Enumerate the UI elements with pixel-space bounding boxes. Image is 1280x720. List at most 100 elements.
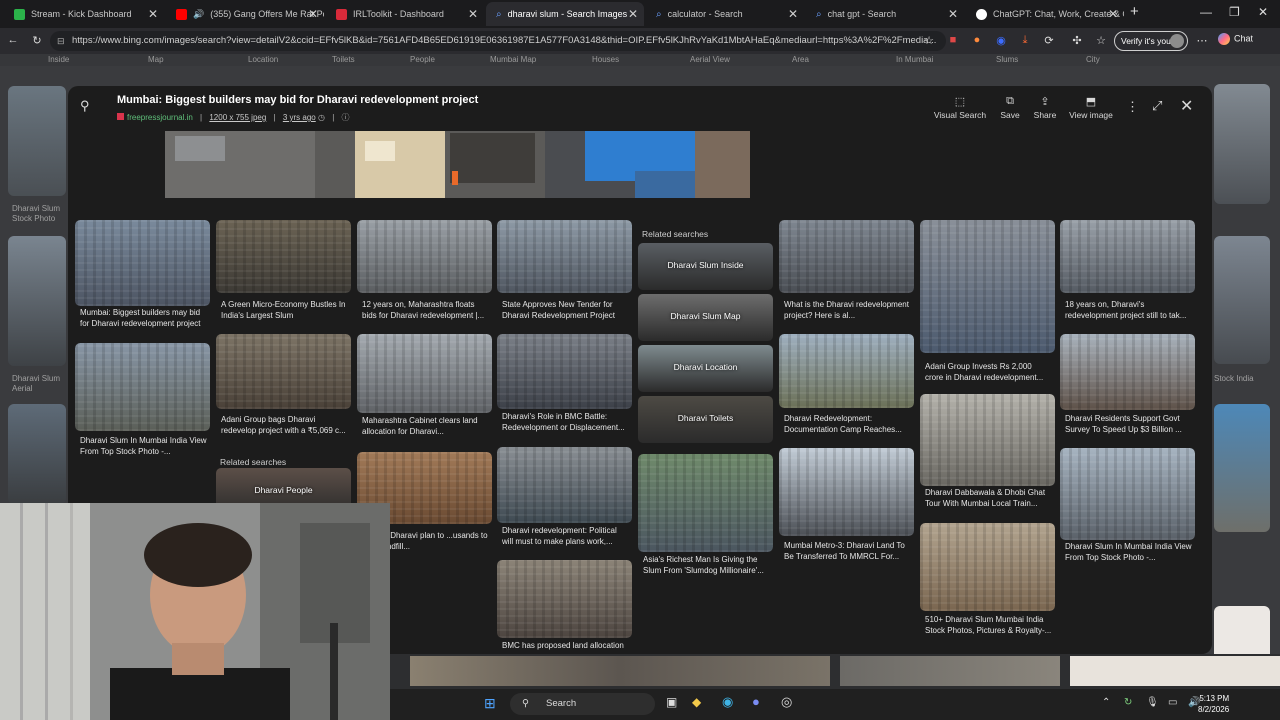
back-icon[interactable]: ← <box>6 34 20 46</box>
background-image-tile[interactable] <box>840 656 1060 686</box>
image-caption[interactable]: Dharavi Redevelopment: Documentation Cam… <box>784 414 911 435</box>
close-window-icon[interactable]: ✕ <box>1258 5 1268 19</box>
site-info-icon[interactable]: ⊟ <box>57 31 65 51</box>
chip[interactable]: Slums <box>996 55 1018 64</box>
verify-profile-button[interactable]: Verify it's you <box>1114 31 1188 51</box>
image-size[interactable]: 1200 x 755 jpeg <box>209 113 266 122</box>
image-result-tile[interactable] <box>920 220 1055 353</box>
extension-icon[interactable]: ◉ <box>994 34 1008 47</box>
chip[interactable]: People <box>410 55 435 64</box>
more-menu-icon[interactable]: ⋯ <box>1195 34 1209 47</box>
image-caption[interactable]: State Approves New Tender for Dharavi Re… <box>502 300 629 321</box>
image-caption[interactable]: Adani Group bags Dharavi redevelop proje… <box>221 415 348 436</box>
tab-chatgpt[interactable]: ChatGPT: Chat, Work, Create & Co ✕ <box>966 2 1124 26</box>
image-caption[interactable]: Mumbai Metro-3: Dharavi Land To Be Trans… <box>784 541 911 562</box>
background-image-tile[interactable] <box>1214 404 1270 532</box>
image-caption[interactable]: Dharavi Dabbawala & Dhobi Ghat Tour With… <box>925 488 1052 509</box>
close-icon[interactable]: ✕ <box>788 7 798 21</box>
related-search-item[interactable]: Dharavi Slum Inside <box>638 243 773 290</box>
extension-icon[interactable]: ● <box>970 34 984 46</box>
tab-irltoolkit[interactable]: IRLToolkit - Dashboard ✕ <box>326 2 484 26</box>
image-result-tile[interactable] <box>779 448 914 536</box>
image-caption[interactable]: Dharavi Residents Support Govt Survey To… <box>1065 414 1192 435</box>
refresh-icon[interactable]: ↻ <box>30 34 44 47</box>
tab-chat-gpt-search[interactable]: ⌕ chat gpt - Search ✕ <box>806 2 964 26</box>
image-caption[interactable]: Adani Group Invests Rs 2,000 crore in Dh… <box>925 362 1052 383</box>
image-result-tile[interactable] <box>779 220 914 293</box>
image-caption[interactable]: What is the Dharavi redevelopment projec… <box>784 300 911 321</box>
chip[interactable]: Inside <box>48 55 69 64</box>
taskbar-search[interactable]: ⚲ Search <box>510 693 655 715</box>
image-caption[interactable]: 510+ Dharavi Slum Mumbai India Stock Pho… <box>925 615 1052 636</box>
extension-icon[interactable]: ■ <box>946 34 960 46</box>
image-result-tile[interactable] <box>216 334 351 409</box>
image-result-tile[interactable] <box>497 334 632 409</box>
sync-icon[interactable]: ⟳ <box>1042 34 1056 47</box>
discord-icon[interactable]: ● <box>752 694 760 709</box>
related-search-item[interactable]: Dharavi Toilets <box>638 396 773 443</box>
favorites-icon[interactable]: ☆ <box>1094 34 1108 47</box>
image-result-tile[interactable] <box>497 220 632 293</box>
network-icon[interactable]: ▭ <box>1168 697 1177 708</box>
image-result-tile[interactable] <box>357 220 492 293</box>
save-button[interactable]: ⧉ Save <box>995 95 1025 120</box>
related-search-item[interactable]: Dharavi Location <box>638 345 773 392</box>
microphone-icon[interactable]: 🎙 <box>1146 697 1159 708</box>
related-search-item[interactable]: Dharavi Slum Map <box>638 294 773 341</box>
restore-icon[interactable]: ❐ <box>1229 5 1240 19</box>
background-image-tile[interactable] <box>1214 84 1270 204</box>
task-view-icon[interactable]: ▣ <box>666 695 677 709</box>
image-caption[interactable]: Dharavi Slum In Mumbai India View From T… <box>1065 542 1192 563</box>
close-modal-icon[interactable]: ✕ <box>1180 96 1193 116</box>
image-result-tile[interactable] <box>1060 448 1195 540</box>
share-button[interactable]: ⇪ Share <box>1031 95 1059 120</box>
copilot-chat-button[interactable]: Chat <box>1218 33 1253 45</box>
chip[interactable]: Aerial View <box>690 55 730 64</box>
file-explorer-icon[interactable]: ◆ <box>692 695 701 709</box>
chip[interactable]: Houses <box>592 55 619 64</box>
close-icon[interactable]: ✕ <box>468 7 478 21</box>
expand-icon[interactable]: ⤢ <box>1152 98 1162 114</box>
view-image-button[interactable]: ⬒ View image <box>1067 95 1115 120</box>
chip[interactable]: Toilets <box>332 55 355 64</box>
chip[interactable]: City <box>1086 55 1100 64</box>
background-image-tile[interactable] <box>8 86 66 196</box>
favorite-star-icon[interactable]: ☆ <box>922 34 936 47</box>
source-domain[interactable]: freepressjournal.in <box>127 113 193 122</box>
tab-kick-dashboard[interactable]: Stream - Kick Dashboard ✕ <box>4 2 164 26</box>
background-image-tile[interactable] <box>8 236 66 366</box>
image-caption[interactable]: BMC has proposed land allocation <box>502 641 629 652</box>
new-tab-icon[interactable]: + <box>1130 3 1139 20</box>
visual-search-button[interactable]: ⬚ Visual Search <box>933 95 987 120</box>
image-result-tile[interactable] <box>75 220 210 306</box>
tab-calculator[interactable]: ⌕ calculator - Search ✕ <box>646 2 804 26</box>
chip[interactable]: Location <box>248 55 278 64</box>
tray-app-icon[interactable]: ↻ <box>1124 697 1132 708</box>
close-icon[interactable]: ✕ <box>628 7 638 21</box>
image-caption[interactable]: A Green Micro-Economy Bustles In India's… <box>221 300 348 321</box>
chip[interactable]: Mumbai Map <box>490 55 536 64</box>
image-caption[interactable]: Dharavi's Role in BMC Battle: Redevelopm… <box>502 412 629 433</box>
close-icon[interactable]: ✕ <box>1108 7 1118 21</box>
close-icon[interactable]: ✕ <box>148 7 158 21</box>
windows-start-icon[interactable]: ⊞ <box>484 695 496 712</box>
system-clock[interactable]: 5:13 PM 8/2/2026 <box>1198 693 1229 715</box>
image-result-tile[interactable] <box>1060 220 1195 293</box>
image-result-tile[interactable] <box>497 447 632 523</box>
close-icon[interactable]: ✕ <box>308 7 318 21</box>
image-caption[interactable]: 18 years on, Dharavi's redevelopment pro… <box>1065 300 1192 321</box>
image-result-tile[interactable] <box>920 394 1055 486</box>
search-icon[interactable]: ⚲ <box>80 98 90 114</box>
chip[interactable]: In Mumbai <box>896 55 933 64</box>
background-image-tile[interactable] <box>1070 656 1280 686</box>
image-title[interactable]: Mumbai: Biggest builders may bid for Dha… <box>117 94 478 106</box>
more-options-icon[interactable]: ⋮ <box>1126 99 1139 115</box>
image-caption[interactable]: Mumbai: Biggest builders may bid for Dha… <box>80 308 207 329</box>
chip[interactable]: Map <box>148 55 164 64</box>
minimize-icon[interactable]: — <box>1200 5 1212 19</box>
background-image-tile[interactable] <box>1214 236 1270 364</box>
image-caption[interactable]: Asia's Richest Man Is Giving the Slum Fr… <box>643 555 770 576</box>
image-result-tile[interactable] <box>75 343 210 431</box>
obs-icon[interactable]: ◎ <box>781 694 792 710</box>
tray-overflow-icon[interactable]: ⌃ <box>1102 697 1110 708</box>
